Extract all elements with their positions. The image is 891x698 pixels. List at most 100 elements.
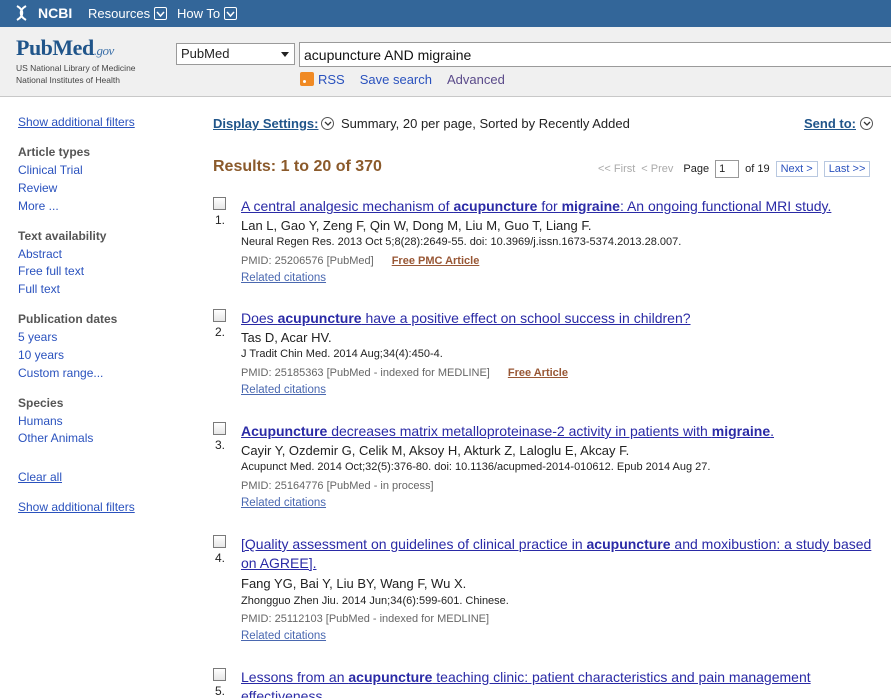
search-input[interactable] <box>299 42 891 67</box>
related-citations-link[interactable]: Related citations <box>241 497 326 509</box>
show-additional-filters-link[interactable]: Show additional filters <box>18 115 135 129</box>
send-to-link[interactable]: Send to: <box>804 116 856 131</box>
filter-5-years[interactable]: 5 years <box>18 330 57 344</box>
result-title-link[interactable]: Acupuncture decreases matrix metalloprot… <box>241 422 873 441</box>
pubmed-logo[interactable]: PubMed.gov US National Library of Medici… <box>16 35 136 85</box>
filter-custom-range[interactable]: Custom range... <box>18 366 103 380</box>
logo-pub: Pub <box>16 35 53 60</box>
pager-total-pages: of 19 <box>745 163 770 175</box>
ncbi-logo[interactable]: NCBI <box>14 4 72 22</box>
result-title-link[interactable]: Does acupuncture have a positive effect … <box>241 309 873 328</box>
result-source: J Tradit Chin Med. 2014 Aug;34(4):450-4. <box>241 348 443 360</box>
related-citations-link[interactable]: Related citations <box>241 384 326 396</box>
free-article-link[interactable]: Free Article <box>508 367 568 379</box>
filter-other-animals[interactable]: Other Animals <box>18 431 93 445</box>
filter-free-full-text[interactable]: Free full text <box>18 264 84 278</box>
result-checkbox[interactable] <box>213 197 226 210</box>
dropdown-arrow-icon <box>281 52 289 57</box>
ncbi-logo-text: NCBI <box>38 5 73 21</box>
filter-heading-species: Species <box>18 396 64 410</box>
resources-menu[interactable]: Resources <box>88 6 168 21</box>
highlighted-term: acupuncture <box>453 198 538 214</box>
result-authors: Cayir Y, Ozdemir G, Celik M, Aksoy H, Ak… <box>241 443 630 458</box>
filter-humans[interactable]: Humans <box>18 414 63 428</box>
result-title-link[interactable]: [Quality assessment on guidelines of cli… <box>241 535 873 573</box>
pager-page-label: Page <box>683 163 710 175</box>
highlighted-term: acupuncture <box>277 310 362 326</box>
highlighted-term: migraine <box>711 423 771 439</box>
resources-menu-label: Resources <box>88 6 151 21</box>
related-citations-link[interactable]: Related citations <box>241 272 326 284</box>
result-title-link[interactable]: A central analgesic mechanism of acupunc… <box>241 197 873 216</box>
highlighted-term: acupuncture <box>348 669 433 685</box>
title-text: Lessons from an <box>241 669 349 685</box>
filter-10-years[interactable]: 10 years <box>18 348 64 362</box>
result-number: 4. <box>215 551 226 565</box>
logo-med: Med <box>52 35 94 60</box>
database-select[interactable]: PubMed <box>176 43 295 65</box>
result-number: 3. <box>215 438 226 452</box>
filter-heading-publication-dates: Publication dates <box>18 312 118 326</box>
result-number: 1. <box>215 213 226 227</box>
rss-icon <box>300 72 314 86</box>
clear-all-link[interactable]: Clear all <box>18 470 62 484</box>
pager-first: << First <box>598 163 636 175</box>
result-pmid-line: PMID: 25206576 [PubMed] Free PMC Article <box>241 255 479 267</box>
display-settings-chevron-icon[interactable] <box>321 117 334 130</box>
highlighted-term: Acupuncture <box>241 423 328 439</box>
rss-link[interactable]: RSS <box>300 72 345 87</box>
title-text: Does <box>241 310 278 326</box>
page-number-input[interactable] <box>715 160 740 178</box>
result-checkbox[interactable] <box>213 535 226 548</box>
result-pmid: PMID: 25164776 [PubMed - in process] <box>241 480 434 492</box>
database-select-value: PubMed <box>181 46 230 61</box>
title-text: . <box>770 423 774 439</box>
title-text: A central analgesic mechanism of <box>241 198 454 214</box>
rss-link-label: RSS <box>318 72 345 87</box>
ncbi-helix-icon <box>16 5 27 21</box>
pager-last-button[interactable]: Last >> <box>823 161 871 177</box>
result-checkbox[interactable] <box>213 668 226 681</box>
save-search-link[interactable]: Save search <box>360 72 432 87</box>
logo-gov: .gov <box>93 43 115 58</box>
highlighted-term: migraine <box>561 198 620 214</box>
display-settings-link[interactable]: Display Settings: <box>213 116 318 131</box>
title-text: for <box>537 198 562 214</box>
filter-heading-article-types: Article types <box>18 145 91 159</box>
related-citations-link[interactable]: Related citations <box>241 630 326 642</box>
free-pmc-article-link[interactable]: Free PMC Article <box>392 255 480 267</box>
filter-full-text[interactable]: Full text <box>18 282 60 296</box>
result-number: 2. <box>215 325 226 339</box>
result-source: Zhongguo Zhen Jiu. 2014 Jun;34(6):599-60… <box>241 595 509 607</box>
how-to-menu[interactable]: How To <box>177 6 238 21</box>
display-settings-summary: Summary, 20 per page, Sorted by Recently… <box>341 116 630 131</box>
pager-next-button[interactable]: Next > <box>775 161 818 177</box>
pager: << First < Prev Page of 19 Next > Last >… <box>598 160 871 178</box>
result-source: Neural Regen Res. 2013 Oct 5;8(28):2649-… <box>241 236 682 248</box>
result-number: 5. <box>215 684 226 698</box>
advanced-search-link[interactable]: Advanced <box>447 72 505 87</box>
result-authors: Lan L, Gao Y, Zeng F, Qin W, Dong M, Liu… <box>241 218 592 233</box>
result-pmid: PMID: 25206576 [PubMed] <box>241 255 374 267</box>
result-pmid: PMID: 25112103 [PubMed - indexed for MED… <box>241 613 490 625</box>
logo-sub-nih: National Institutes of Health <box>16 75 120 85</box>
highlighted-term: acupuncture <box>586 536 671 552</box>
show-additional-filters-bottom-link[interactable]: Show additional filters <box>18 500 135 514</box>
ncbi-top-bar: NCBI Resources How To <box>0 0 891 27</box>
result-authors: Fang YG, Bai Y, Liu BY, Wang F, Wu X. <box>241 576 467 591</box>
display-settings-row: Display Settings: Summary, 20 per page, … <box>213 116 873 134</box>
filter-more-article-types[interactable]: More ... <box>18 199 59 213</box>
result-checkbox[interactable] <box>213 309 226 322</box>
send-to-chevron-icon[interactable] <box>860 117 873 130</box>
filter-abstract[interactable]: Abstract <box>18 247 62 261</box>
result-checkbox[interactable] <box>213 422 226 435</box>
logo-sub-nlm: US National Library of Medicine <box>16 63 136 73</box>
results-count: Results: 1 to 20 of 370 <box>213 158 382 175</box>
how-to-menu-label: How To <box>177 6 221 21</box>
chevron-down-icon <box>154 7 168 20</box>
filter-clinical-trial[interactable]: Clinical Trial <box>18 163 83 177</box>
pager-prev: < Prev <box>641 163 674 175</box>
filter-review[interactable]: Review <box>18 181 57 195</box>
result-title-link[interactable]: Lessons from an acupuncture teaching cli… <box>241 668 873 698</box>
filter-heading-text-availability: Text availability <box>18 229 107 243</box>
